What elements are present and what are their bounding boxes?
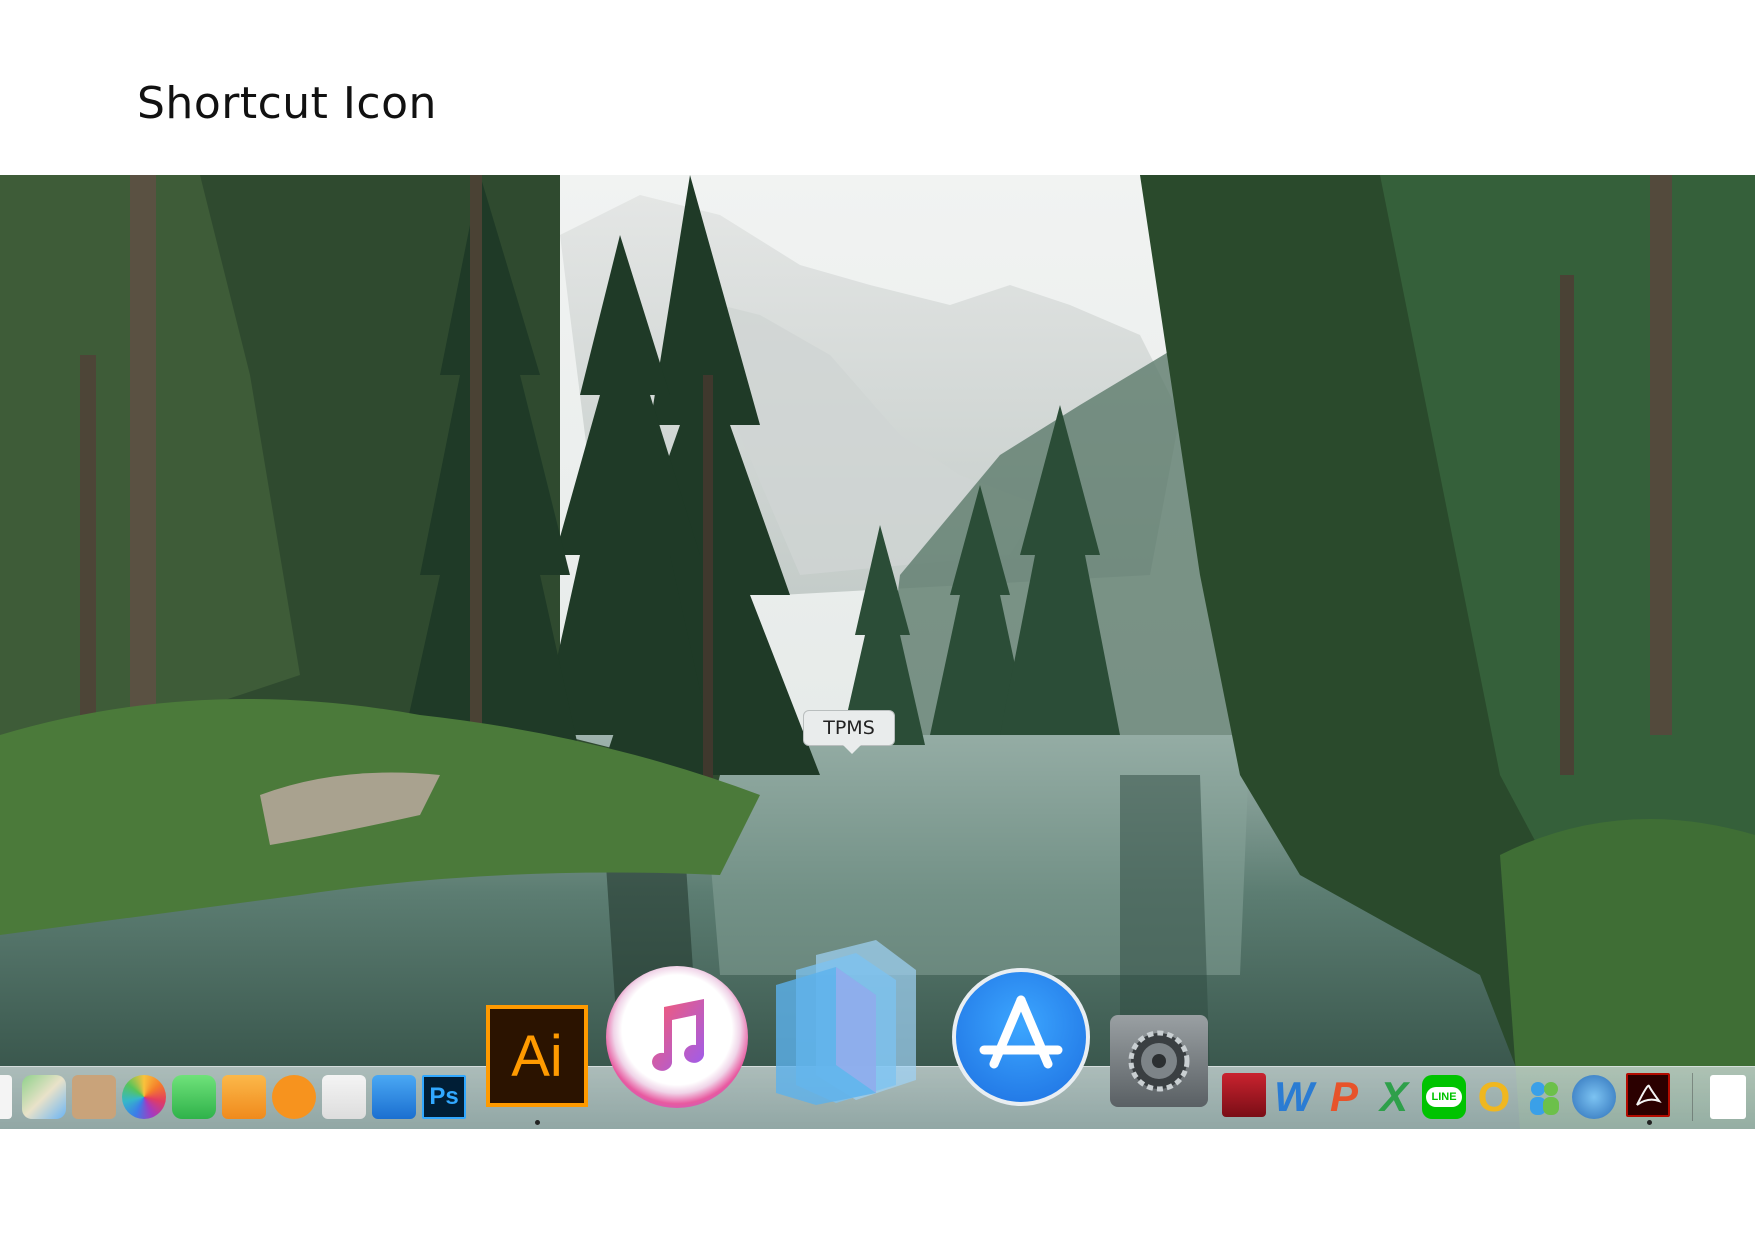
app-store-icon[interactable] — [952, 968, 1090, 1106]
line-label: LINE — [1426, 1087, 1462, 1107]
ibooks-icon[interactable] — [272, 1075, 316, 1119]
acrobat-swirl-icon — [1636, 1084, 1662, 1106]
outlook-icon[interactable]: O — [1472, 1073, 1516, 1120]
contacts-icon[interactable] — [72, 1075, 116, 1119]
excel-label: X — [1379, 1073, 1408, 1120]
acrobat-running-indicator — [1647, 1120, 1652, 1125]
messenger-icon[interactable] — [1522, 1075, 1566, 1119]
gear-icon — [1128, 1030, 1190, 1092]
photoshop-icon[interactable]: Ps — [422, 1075, 466, 1119]
document-file-icon[interactable] — [1710, 1075, 1746, 1119]
illustrator-label: Ai — [511, 1023, 563, 1089]
excel-icon[interactable]: X — [1372, 1073, 1416, 1120]
powerpoint-icon[interactable]: P — [1322, 1073, 1366, 1120]
illustrator-icon[interactable]: Ai — [486, 1005, 588, 1107]
acrobat-icon[interactable] — [1626, 1073, 1670, 1117]
word-label: W — [1274, 1073, 1314, 1120]
tpms-app-icon[interactable] — [766, 935, 924, 1105]
document-icon[interactable] — [0, 1075, 12, 1119]
dock-separator — [1692, 1073, 1693, 1121]
outlook-label: O — [1477, 1073, 1511, 1120]
photos-icon[interactable] — [122, 1075, 166, 1119]
keynote-icon[interactable] — [372, 1075, 416, 1119]
powerpoint-label: P — [1329, 1073, 1358, 1120]
tooltip-arrow — [843, 745, 861, 754]
pages-icon[interactable] — [222, 1075, 266, 1119]
page-title: Shortcut Icon — [137, 78, 437, 129]
network-globe-icon[interactable] — [1572, 1075, 1616, 1119]
tpms-tooltip: TPMS — [803, 710, 895, 746]
music-note-icon — [652, 999, 705, 1071]
numbers-icon[interactable] — [322, 1075, 366, 1119]
illustrator-running-indicator — [535, 1120, 540, 1125]
photo-booth-icon[interactable] — [1222, 1073, 1266, 1117]
people-icon — [1530, 1082, 1559, 1115]
facetime-icon[interactable] — [172, 1075, 216, 1119]
system-preferences-icon[interactable] — [1110, 1015, 1208, 1107]
word-icon[interactable]: W — [1272, 1073, 1316, 1120]
tpms-cube-icon — [776, 940, 916, 1105]
photoshop-label: Ps — [429, 1083, 459, 1110]
app-store-a-icon — [979, 995, 1063, 1069]
itunes-icon[interactable] — [606, 966, 748, 1108]
line-icon[interactable]: LINE — [1422, 1075, 1466, 1119]
maps-icon[interactable] — [22, 1075, 66, 1119]
